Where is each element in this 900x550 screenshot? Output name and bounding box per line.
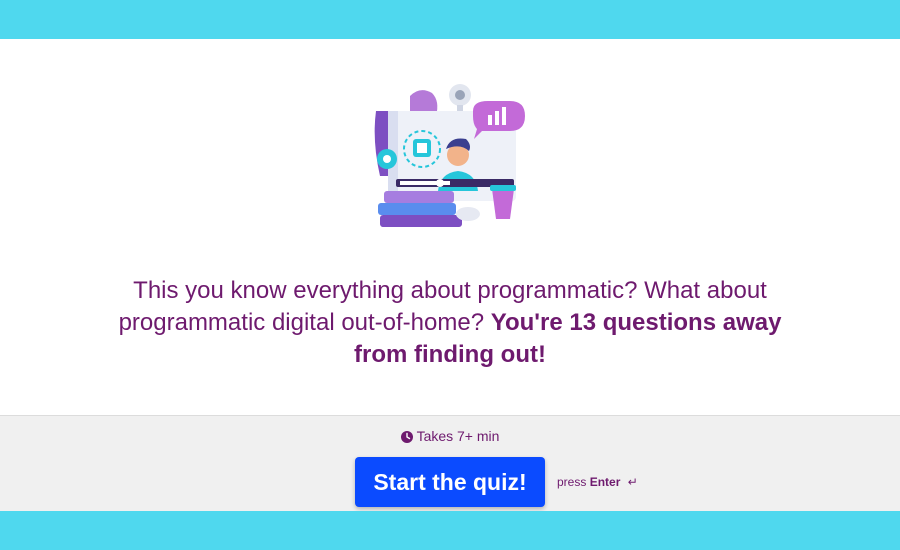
- bottom-accent-band: [0, 511, 900, 550]
- press-enter-hint: press Enter ↵: [557, 475, 638, 489]
- start-quiz-button[interactable]: Start the quiz!: [355, 457, 545, 507]
- top-accent-band: [0, 0, 900, 39]
- press-key: Enter: [589, 475, 621, 489]
- intro-headline: This you know everything about programma…: [90, 275, 810, 371]
- welcome-screen: This you know everything about programma…: [0, 39, 900, 415]
- enter-icon: ↵: [627, 475, 638, 489]
- press-prefix: press: [557, 475, 587, 489]
- online-learning-illustration: [370, 81, 535, 241]
- clock-icon: [400, 431, 413, 443]
- duration-info: Takes 7+ min: [0, 428, 900, 444]
- duration-text: Takes 7+ min: [416, 428, 500, 444]
- start-footer: Takes 7+ min Start the quiz! press Enter…: [0, 415, 900, 511]
